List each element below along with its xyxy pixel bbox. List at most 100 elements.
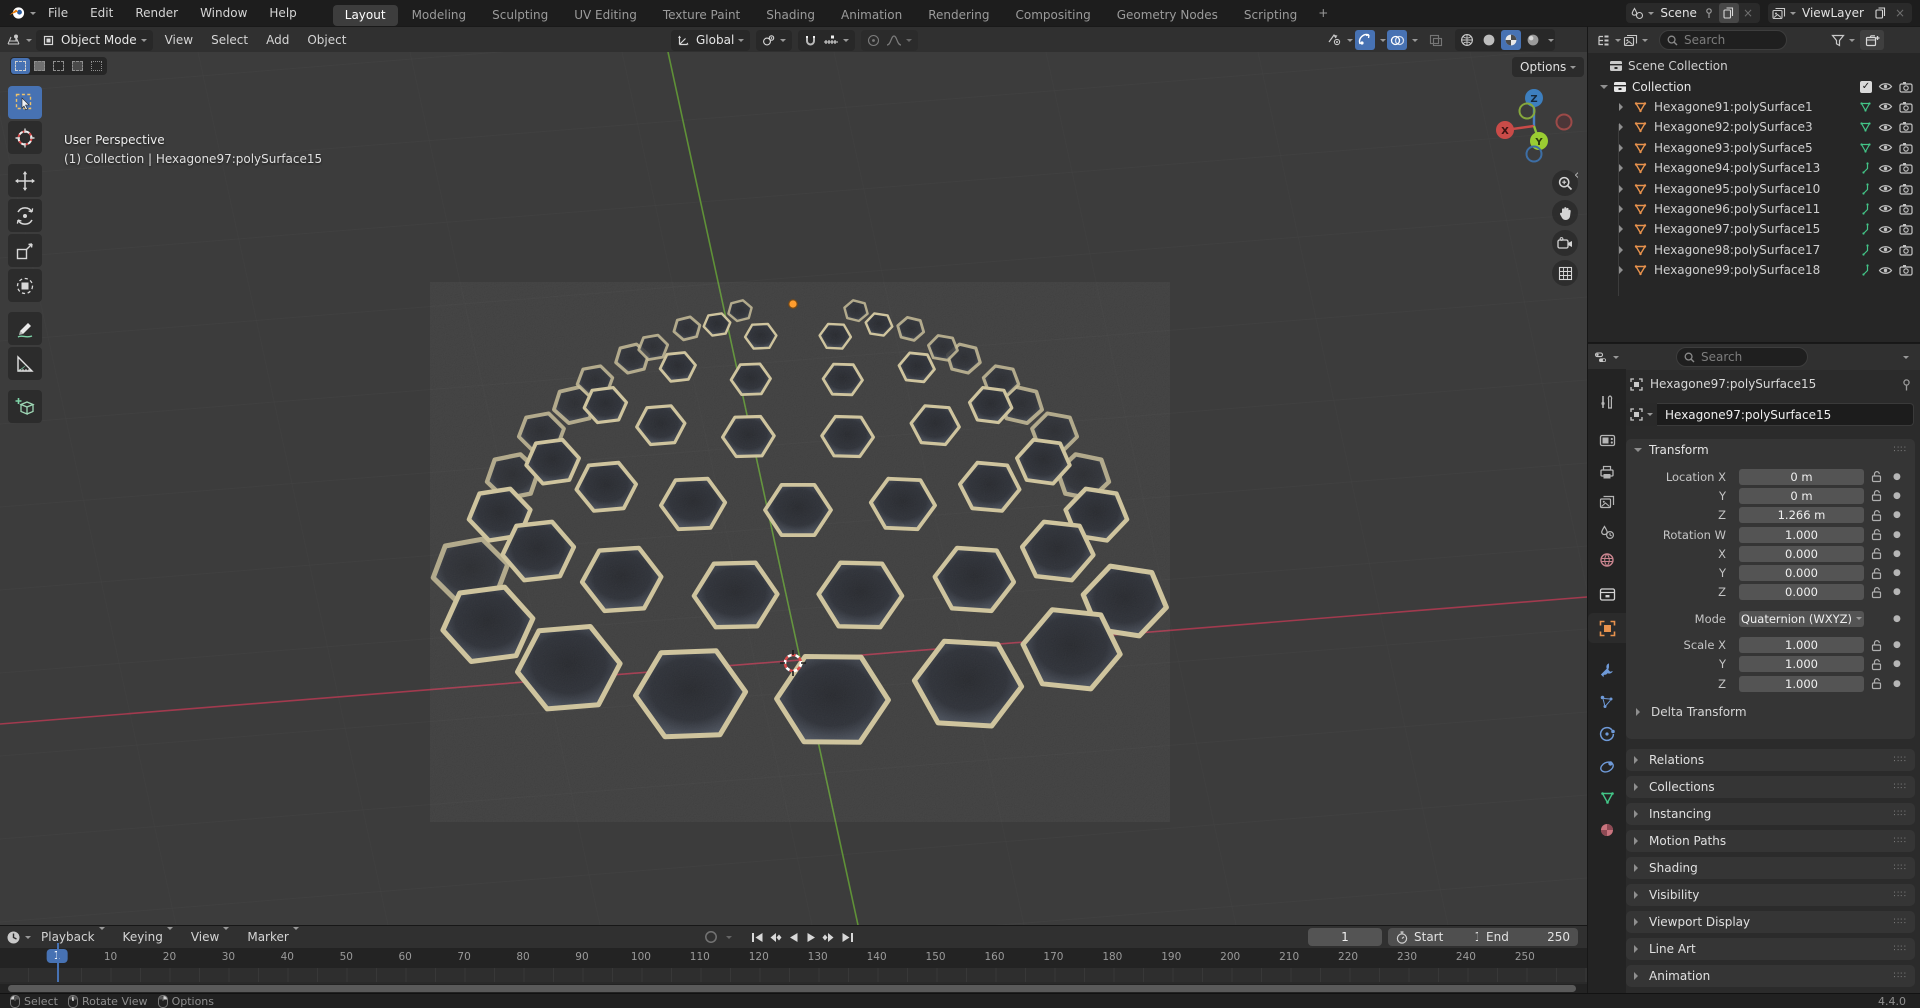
value-field[interactable]: 0.000 [1739,584,1864,600]
lock-open-icon[interactable] [1871,509,1882,522]
collapsed-panel[interactable]: Animation ∷∷ [1626,965,1915,987]
tab-world[interactable] [1588,545,1626,575]
workspace-tab[interactable]: Texture Paint [651,5,752,26]
object-visibility-button[interactable] [1327,30,1353,50]
panel-grip[interactable]: ∷∷ [1894,917,1907,927]
tab-view-layer[interactable] [1588,487,1626,517]
panel-grip[interactable]: ∷∷ [1894,944,1907,954]
proportional-editing-icon[interactable] [867,34,880,47]
workspace-tab[interactable]: Modeling [400,5,479,26]
topbar-menu[interactable]: Render [124,0,189,26]
collapsed-panel[interactable]: Motion Paths ∷∷ [1626,830,1915,852]
shading-wireframe-button[interactable] [1457,30,1477,50]
select-subtract-button[interactable] [49,58,68,74]
workspace-tab[interactable]: Rendering [916,5,1001,26]
properties-editor-button[interactable] [1594,347,1619,367]
hide-eye-icon[interactable] [1878,81,1893,92]
hide-eye-icon[interactable] [1878,101,1893,112]
animate-dot[interactable]: ● [1893,472,1901,482]
lock-open-icon[interactable] [1871,677,1882,690]
add-workspace-button[interactable]: + [1310,6,1336,20]
outliner-object-row[interactable]: Hexagone92:polySurface3 [1588,117,1920,137]
workspace-tab[interactable]: UV Editing [562,5,649,26]
lock-open-icon[interactable] [1871,639,1882,652]
falloff-curve-icon[interactable] [886,34,902,47]
tool-scale[interactable] [8,234,42,267]
delta-transform-toggle[interactable]: Delta Transform [1626,701,1915,723]
tool-transform[interactable] [8,269,42,302]
tab-material[interactable] [1588,815,1626,845]
topbar-menu[interactable]: Window [189,0,258,26]
animate-dot[interactable]: ● [1893,659,1901,669]
disable-render-camera-icon[interactable] [1899,81,1913,93]
unlink-scene-button[interactable]: × [1740,6,1756,20]
tab-render[interactable] [1588,425,1626,455]
expand-chevron[interactable] [1619,246,1627,254]
disable-render-camera-icon[interactable] [1899,244,1913,256]
tool-move[interactable] [8,164,42,197]
workspace-tab[interactable]: Scripting [1232,5,1309,26]
collapsed-panel[interactable]: Line Art ∷∷ [1626,938,1915,960]
scene-icon[interactable] [1630,7,1644,20]
timeline-editor-button[interactable] [6,927,31,947]
playhead-line[interactable] [57,943,59,982]
gizmo-minus-y-axis[interactable] [1520,104,1535,119]
animate-dot[interactable]: ● [1893,549,1901,559]
tab-object-data[interactable] [1588,783,1626,813]
tab-modifiers[interactable] [1588,655,1626,685]
tab-physics[interactable] [1588,719,1626,749]
topbar-menu[interactable]: Help [258,0,307,26]
new-collection-button[interactable] [1860,30,1884,50]
viewport-menu[interactable]: Object [298,33,355,47]
rotation-mode-dropdown[interactable]: Quaternion (WXYZ) [1739,611,1864,627]
outliner-object-row[interactable]: Hexagone93:polySurface5 [1588,138,1920,158]
tab-tool[interactable] [1588,387,1626,417]
overlays-chevron[interactable] [1412,39,1418,45]
panel-grip[interactable]: ∷∷ [1894,782,1907,792]
viewport-menu[interactable]: Select [202,33,257,47]
value-field[interactable]: 1.000 [1739,637,1864,653]
snap-chevron[interactable] [843,39,849,45]
animate-dot[interactable]: ● [1893,530,1901,540]
properties-search-input[interactable]: Search [1676,347,1808,367]
disable-render-camera-icon[interactable] [1899,223,1913,235]
disable-render-camera-icon[interactable] [1899,142,1913,154]
panel-grip[interactable]: ∷∷ [1894,863,1907,873]
snap-magnet-icon[interactable] [804,34,817,47]
collapsed-panel[interactable]: Instancing ∷∷ [1626,803,1915,825]
tab-particles[interactable] [1588,687,1626,717]
timeline-menu[interactable]: Playback [32,930,114,944]
frame-start-field[interactable]: Start 1 [1388,928,1490,946]
previous-keyframe-button[interactable] [766,928,784,946]
animate-dot[interactable]: ● [1893,568,1901,578]
collection-checkbox[interactable]: ✓ [1860,81,1872,93]
hide-eye-icon[interactable] [1878,203,1893,214]
lock-open-icon[interactable] [1871,470,1882,483]
disable-render-camera-icon[interactable] [1899,101,1913,113]
hide-eye-icon[interactable] [1878,122,1893,133]
tool-select-box[interactable] [8,86,42,119]
collapsed-panel[interactable]: Relations ∷∷ [1626,749,1915,771]
expand-chevron[interactable] [1619,123,1627,131]
pin-icon[interactable] [1703,7,1715,19]
tab-output[interactable] [1588,457,1626,487]
shading-material-button[interactable] [1501,30,1521,50]
outliner-display-mode-button[interactable] [1596,30,1621,50]
workspace-tab[interactable]: Compositing [1003,5,1102,26]
current-frame-field[interactable]: 1 [1308,928,1382,946]
disable-render-camera-icon[interactable] [1899,264,1913,276]
timeline-menu[interactable]: Keying [114,930,182,944]
tab-object[interactable] [1588,613,1626,643]
outliner-object-row[interactable]: Hexagone91:polySurface1 [1588,97,1920,117]
panel-grip[interactable]: ∷∷ [1894,809,1907,819]
pin-icon[interactable] [1900,378,1913,391]
outliner-filter-display-button[interactable] [1623,30,1648,50]
pan-button[interactable] [1552,200,1578,226]
editor-type-button[interactable] [6,30,32,50]
scene-collection-row[interactable]: Scene Collection [1588,56,1920,76]
hide-eye-icon[interactable] [1878,142,1893,153]
outliner-filter-button[interactable] [1831,30,1855,50]
timeline-ruler[interactable]: 1020304050607080901001101201301401501601… [0,948,1587,968]
topbar-menu[interactable]: File [37,0,79,26]
hide-eye-icon[interactable] [1878,224,1893,235]
